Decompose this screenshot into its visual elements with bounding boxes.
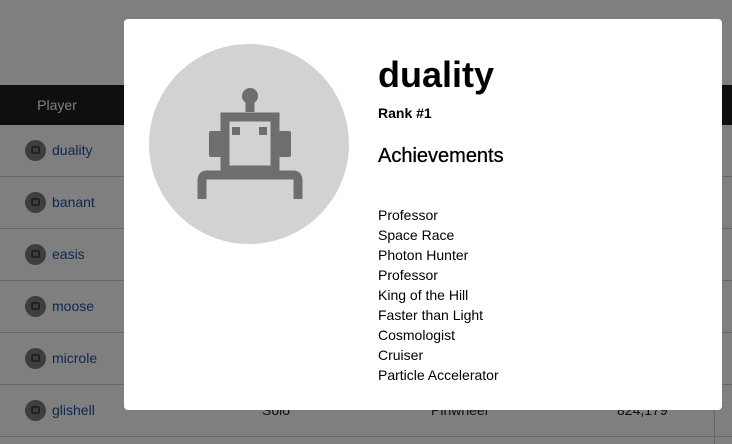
achievement-item: Photon Hunter xyxy=(378,247,469,263)
achievements-heading: Achievements xyxy=(378,145,504,167)
achievements-list: Professor Space Race Photon Hunter Profe… xyxy=(378,205,499,385)
achievement-item: Professor xyxy=(378,267,438,283)
profile-name: duality xyxy=(378,54,495,95)
achievement-item: Cosmologist xyxy=(378,327,456,343)
profile-avatar xyxy=(149,44,349,244)
achievement-item: Professor xyxy=(378,207,438,223)
player-profile-modal: duality Rank #1 Achievements Professor S… xyxy=(124,19,722,410)
achievement-item: Cruiser xyxy=(378,347,424,363)
achievement-item: Faster than Light xyxy=(378,307,484,323)
achievement-item: Particle Accelerator xyxy=(378,367,499,383)
achievement-item: Space Race xyxy=(378,227,455,243)
robot-icon xyxy=(197,88,303,199)
profile-rank: Rank #1 xyxy=(378,105,432,121)
achievement-item: King of the Hill xyxy=(378,287,469,303)
